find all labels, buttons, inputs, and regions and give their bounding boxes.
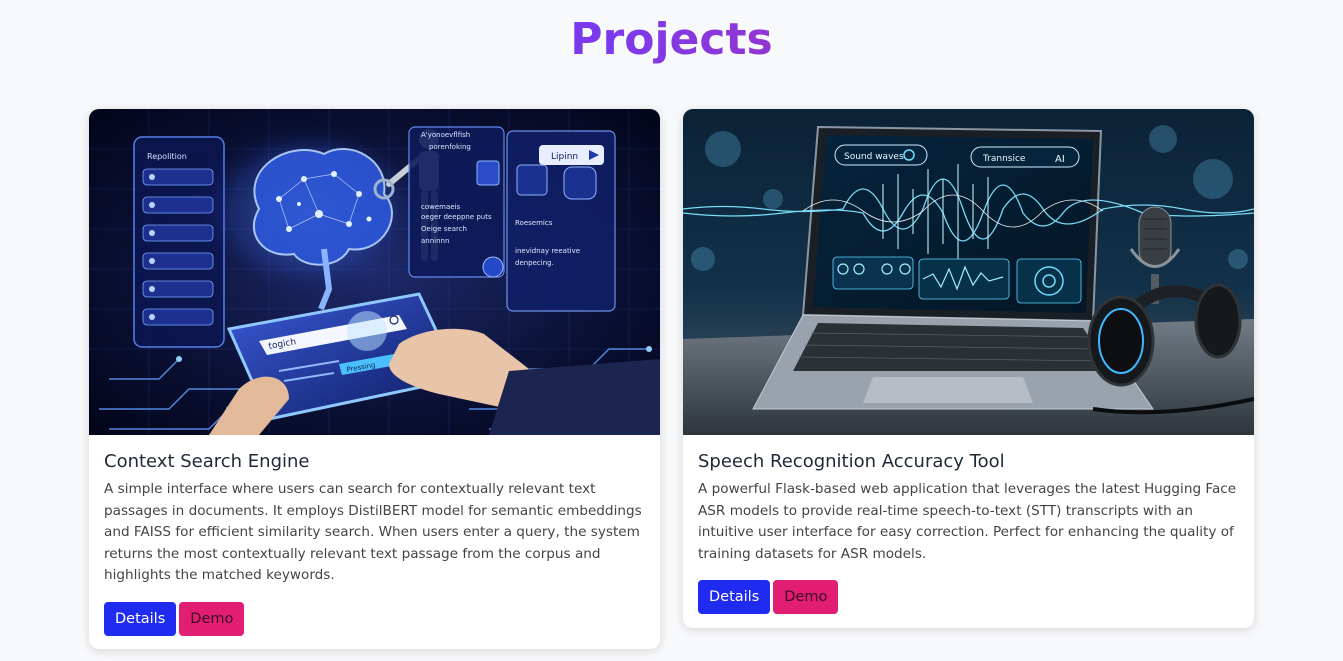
project-description: A simple interface where users can searc… — [104, 481, 642, 584]
project-description: A powerful Flask-based web application t… — [698, 481, 1237, 562]
panel-top-text-2: porenfoking — [429, 143, 471, 151]
project-card-body: Speech Recognition Accuracy Tool A power… — [683, 435, 1254, 615]
project-actions: Details Demo — [698, 580, 1239, 615]
project-title: Speech Recognition Accuracy Tool — [698, 451, 1005, 472]
laptop-soundwave-illustration: Sound waves Trannsice AI — [683, 109, 1254, 435]
project-title: Context Search Engine — [104, 451, 310, 472]
project-card-body: Context Search Engine A simple interface… — [89, 435, 660, 636]
pill-sound-waves: Sound waves — [844, 152, 904, 162]
panel-right-text-1: Roesemics — [515, 219, 553, 227]
panel-mid-text-1: cowemaeis — [421, 203, 461, 211]
ai-brain-illustration: Repolition A'yonoevflfish porenfoking co… — [89, 109, 660, 435]
project-actions: Details Demo — [104, 601, 645, 636]
panel-mid-text-3: Oeige search — [421, 225, 467, 233]
panel-right-text-3: denpecing. — [515, 259, 554, 267]
panel-left-label: Repolition — [147, 152, 187, 161]
demo-button[interactable]: Demo — [773, 580, 839, 615]
project-image-ai-brain: Repolition A'yonoevflfish porenfoking co… — [89, 109, 660, 435]
project-card-speech-recognition: Sound waves Trannsice AI Speech Recognit… — [683, 109, 1254, 628]
pill-transcribe: Trannsice — [982, 154, 1026, 164]
project-card-context-search: Repolition A'yonoevflfish porenfoking co… — [89, 109, 660, 649]
project-image-laptop-soundwave: Sound waves Trannsice AI — [683, 109, 1254, 435]
details-button[interactable]: Details — [698, 580, 771, 615]
panel-right-label: Lipinn — [551, 152, 578, 162]
details-button[interactable]: Details — [104, 601, 177, 636]
panel-top-text-1: A'yonoevflfish — [421, 131, 470, 139]
panel-right-text-2: inevidnay reeative — [515, 247, 580, 255]
pill-ai-badge: AI — [1055, 154, 1065, 165]
panel-mid-text-4: anninnn — [421, 237, 449, 245]
page-title: Projects — [0, 14, 1343, 66]
panel-mid-text-2: oeger deeppne puts — [421, 213, 492, 221]
demo-button[interactable]: Demo — [179, 601, 245, 636]
